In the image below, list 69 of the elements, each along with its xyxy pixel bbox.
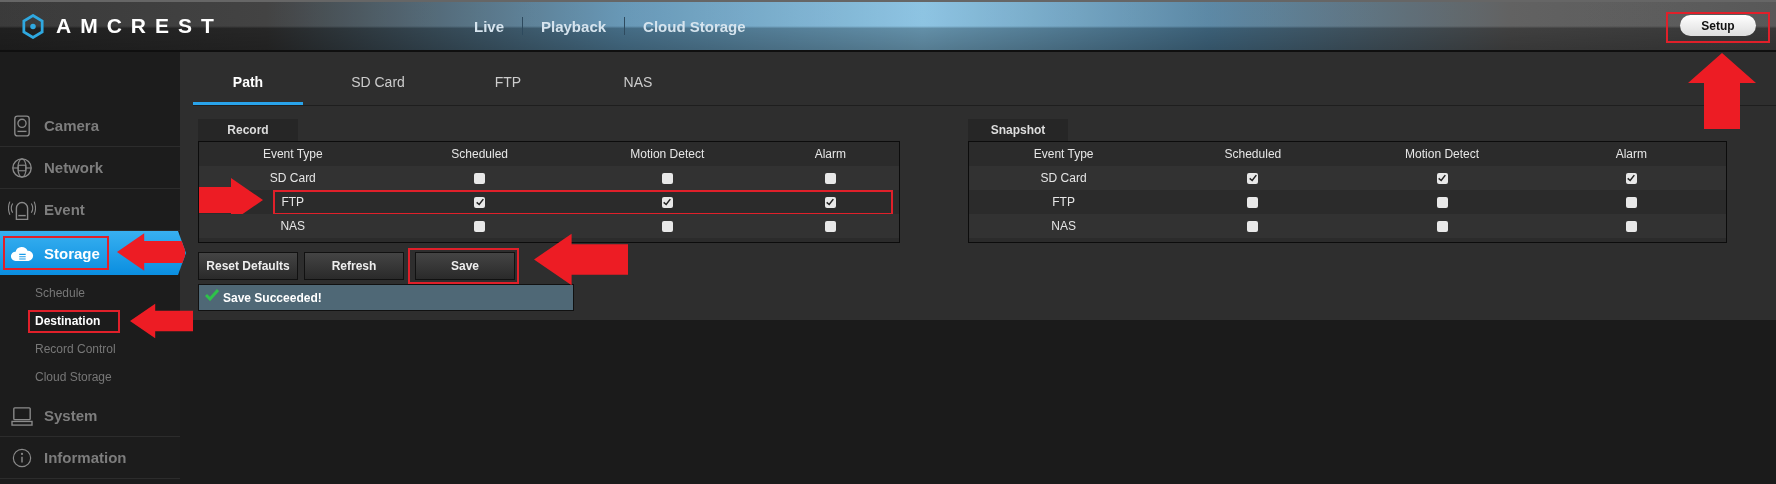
- row-label: NAS: [1050, 219, 1077, 233]
- checkbox[interactable]: [1625, 220, 1637, 232]
- action-button[interactable]: Save: [415, 252, 515, 280]
- setup-button[interactable]: Setup: [1680, 15, 1756, 36]
- submenu-item[interactable]: Destination: [35, 314, 101, 328]
- globe-icon: [11, 156, 33, 179]
- nav-link[interactable]: Cloud Storage: [643, 17, 746, 35]
- row-label: NAS: [279, 219, 307, 233]
- checkbox[interactable]: [474, 196, 486, 208]
- checkbox[interactable]: [1436, 172, 1448, 184]
- row-label: FTP: [280, 195, 306, 209]
- sidebar-label: System: [44, 407, 98, 424]
- checkmark-icon: [205, 289, 219, 301]
- checkbox[interactable]: [824, 196, 836, 208]
- checkbox[interactable]: [661, 220, 673, 232]
- checkbox[interactable]: [1247, 196, 1259, 208]
- row-label: SD Card: [268, 171, 317, 185]
- section-title: Record: [198, 119, 298, 141]
- computer-icon: [11, 405, 33, 426]
- brand-name: AMCREST: [56, 14, 223, 38]
- checkbox[interactable]: [824, 172, 836, 184]
- sidebar-item[interactable]: Storage: [0, 231, 186, 275]
- nav-link[interactable]: Live: [474, 17, 504, 35]
- tab[interactable]: NAS: [583, 62, 693, 105]
- checkbox[interactable]: [1436, 196, 1448, 208]
- tab[interactable]: SD Card: [323, 62, 433, 105]
- checkbox[interactable]: [1436, 220, 1448, 232]
- tab[interactable]: Path: [193, 62, 303, 105]
- submenu-item[interactable]: Cloud Storage: [35, 370, 112, 384]
- column-header: Event Type: [1032, 147, 1095, 161]
- checkbox[interactable]: [474, 172, 486, 184]
- section-title: Snapshot: [968, 119, 1068, 141]
- row-label: SD Card: [1039, 171, 1088, 185]
- checkbox[interactable]: [1247, 220, 1259, 232]
- info-icon: [12, 447, 32, 468]
- sidebar-label: Storage: [44, 244, 100, 262]
- checkbox[interactable]: [1247, 172, 1259, 184]
- column-header: Scheduled: [1223, 147, 1283, 161]
- logo-icon: [22, 13, 44, 39]
- sidebar-label: Network: [44, 159, 104, 176]
- column-header: Motion Detect: [629, 147, 706, 161]
- sidebar-item[interactable]: System: [0, 395, 180, 437]
- alarm-icon: [8, 198, 36, 221]
- column-header: Motion Detect: [1404, 147, 1481, 161]
- camera-icon: [13, 114, 31, 137]
- sidebar-item[interactable]: Information: [0, 437, 180, 479]
- sidebar-label: Information: [44, 449, 127, 466]
- annotation-arrow: [117, 231, 185, 273]
- column-header: Event Type: [261, 147, 324, 161]
- tab[interactable]: FTP: [453, 62, 563, 105]
- submenu-item[interactable]: Record Control: [35, 342, 116, 356]
- annotation-arrow: [130, 303, 193, 339]
- sidebar-label: Camera: [44, 117, 100, 134]
- action-button[interactable]: Reset Defaults: [198, 252, 298, 280]
- checkbox[interactable]: [1625, 196, 1637, 208]
- nav-link[interactable]: Playback: [541, 17, 607, 35]
- submenu-item[interactable]: Schedule: [35, 286, 86, 300]
- column-header: Alarm: [1614, 147, 1649, 161]
- checkbox[interactable]: [1625, 172, 1637, 184]
- checkbox[interactable]: [474, 220, 486, 232]
- checkbox[interactable]: [661, 196, 673, 208]
- message-text: Save Succeeded!: [223, 290, 322, 305]
- row-label: FTP: [1051, 195, 1076, 209]
- column-header: Scheduled: [450, 147, 510, 161]
- sidebar-label: Event: [44, 201, 85, 218]
- checkbox[interactable]: [661, 172, 673, 184]
- checkbox[interactable]: [824, 220, 836, 232]
- action-button[interactable]: Refresh: [304, 252, 404, 280]
- column-header: Alarm: [813, 147, 848, 161]
